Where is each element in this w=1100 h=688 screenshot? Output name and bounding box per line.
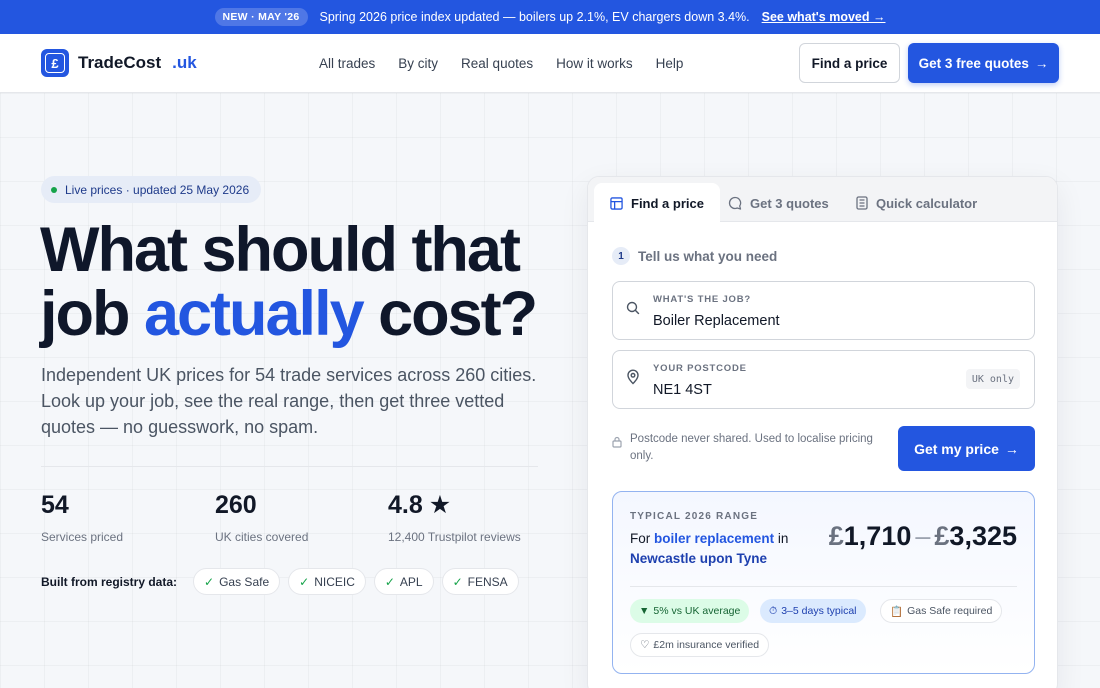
job-field[interactable]: WHAT'S THE JOB? Boiler Replacement	[612, 281, 1035, 340]
nav-by-city[interactable]: By city	[398, 56, 438, 71]
tab-find-price[interactable]: Find a price	[594, 183, 720, 223]
triangle-down-icon: ▼	[639, 605, 650, 617]
tab-get-quotes[interactable]: Get 3 quotes	[728, 183, 829, 223]
table-icon	[610, 196, 623, 210]
card-tabs: Find a price Get 3 quotes Quick calculat…	[588, 177, 1057, 223]
price-finder-card: Find a price Get 3 quotes Quick calculat…	[587, 176, 1058, 688]
main-nav: All trades By city Real quotes How it wo…	[319, 34, 683, 93]
calculator-icon	[856, 196, 868, 210]
brand-tld: .uk	[172, 53, 197, 72]
star-icon: ★	[428, 491, 452, 519]
job-field-label: WHAT'S THE JOB?	[653, 294, 751, 305]
range-job: boiler replacement	[654, 531, 775, 546]
registry-chip-fensa: ✓ FENSA	[441, 568, 519, 595]
hero-lede: Independent UK prices for 54 trade servi…	[41, 365, 537, 437]
check-icon: ✓	[452, 574, 463, 589]
step-heading: 1 Tell us what you need	[612, 247, 777, 265]
range-divider	[630, 586, 1017, 587]
registry-chip-niceic: ✓ NICEIC	[288, 568, 366, 595]
step-number: 1	[612, 247, 630, 265]
stopwatch-icon: ⏱	[769, 604, 778, 617]
stat-cities: 260 UK cities covered	[215, 491, 309, 544]
announcement-bar: NEW · MAY '26 Spring 2026 price index up…	[0, 0, 1100, 34]
find-price-button[interactable]: Find a price	[799, 43, 900, 83]
check-icon: ✓	[299, 574, 310, 589]
registry-row: Built from registry data: ✓ Gas Safe ✓ N…	[41, 568, 519, 595]
postcode-field[interactable]: YOUR POSTCODE NE1 4ST UK only	[612, 350, 1035, 409]
site-header: £ TradeCost .uk All trades By city Real …	[0, 34, 1100, 93]
privacy-note: Postcode never shared. Used to localise …	[612, 431, 887, 465]
get-my-price-button[interactable]: Get my price →	[898, 426, 1035, 471]
job-field-value[interactable]: Boiler Replacement	[653, 313, 780, 329]
range-description: For boiler replacement in Newcastle upon…	[630, 531, 789, 566]
stats-divider	[41, 466, 538, 467]
arrow-right-icon: →	[1034, 55, 1049, 71]
tab-quick-calculator[interactable]: Quick calculator	[856, 183, 977, 223]
tag-gas-safe: 📋 Gas Safe required	[880, 599, 1003, 623]
nav-how-it-works[interactable]: How it works	[556, 56, 633, 71]
headline-accent: actually	[143, 279, 365, 349]
arrow-right-icon: →	[1004, 440, 1019, 457]
range-price: £1,710 – £3,325	[828, 521, 1017, 551]
announcement-text: Spring 2026 price index updated — boiler…	[319, 10, 750, 24]
nav-real-quotes[interactable]: Real quotes	[461, 56, 533, 71]
brand-name: TradeCost	[78, 53, 162, 72]
registry-chip-gas-safe: ✓ Gas Safe	[193, 568, 281, 595]
nav-all-trades[interactable]: All trades	[319, 56, 375, 71]
check-icon: ✓	[204, 574, 215, 589]
postcode-field-label: YOUR POSTCODE	[653, 363, 747, 374]
range-city: Newcastle upon Tyne	[630, 551, 768, 566]
chat-bubble-icon	[728, 196, 742, 210]
logo[interactable]: £ TradeCost .uk	[41, 49, 197, 77]
range-low: 1,710	[843, 521, 912, 551]
search-icon	[626, 301, 640, 315]
lock-icon	[612, 436, 622, 448]
registry-chip-apl: ✓ APL	[373, 568, 434, 595]
range-label: TYPICAL 2026 RANGE	[630, 511, 759, 522]
hero-headline: What should that job actually cost?	[40, 215, 538, 349]
shield-icon: ♡	[640, 639, 650, 651]
live-dot-icon	[51, 186, 57, 193]
announcement-badge: NEW · MAY '26	[214, 8, 308, 26]
check-icon: ✓	[384, 574, 395, 589]
tag-insurance: ♡ £2m insurance verified	[630, 633, 770, 657]
stat-rating: 4.8 ★ 12,400 Trustpilot reviews	[388, 491, 521, 544]
map-pin-icon	[627, 369, 639, 385]
postcode-field-value[interactable]: NE1 4ST	[653, 382, 712, 398]
announcement-link[interactable]: See what's moved →	[762, 10, 886, 24]
range-high: 3,325	[949, 521, 1017, 551]
stat-services: 54 Services priced	[41, 491, 124, 544]
tag-days-typical: ⏱ 3–5 days typical	[760, 599, 866, 623]
registry-title: Built from registry data:	[41, 574, 178, 589]
uk-only-badge: UK only	[965, 369, 1020, 389]
get-quotes-button[interactable]: Get 3 free quotes →	[908, 43, 1059, 83]
tag-vs-average: ▼ 5% vs UK average	[630, 599, 750, 623]
price-range-panel: TYPICAL 2026 RANGE For boiler replacemen…	[612, 491, 1035, 674]
clipboard-icon: 📋	[890, 605, 904, 618]
pound-logo-icon: £	[41, 49, 69, 77]
live-prices-badge: Live prices · updated 25 May 2026	[41, 176, 262, 203]
nav-help[interactable]: Help	[656, 56, 684, 71]
